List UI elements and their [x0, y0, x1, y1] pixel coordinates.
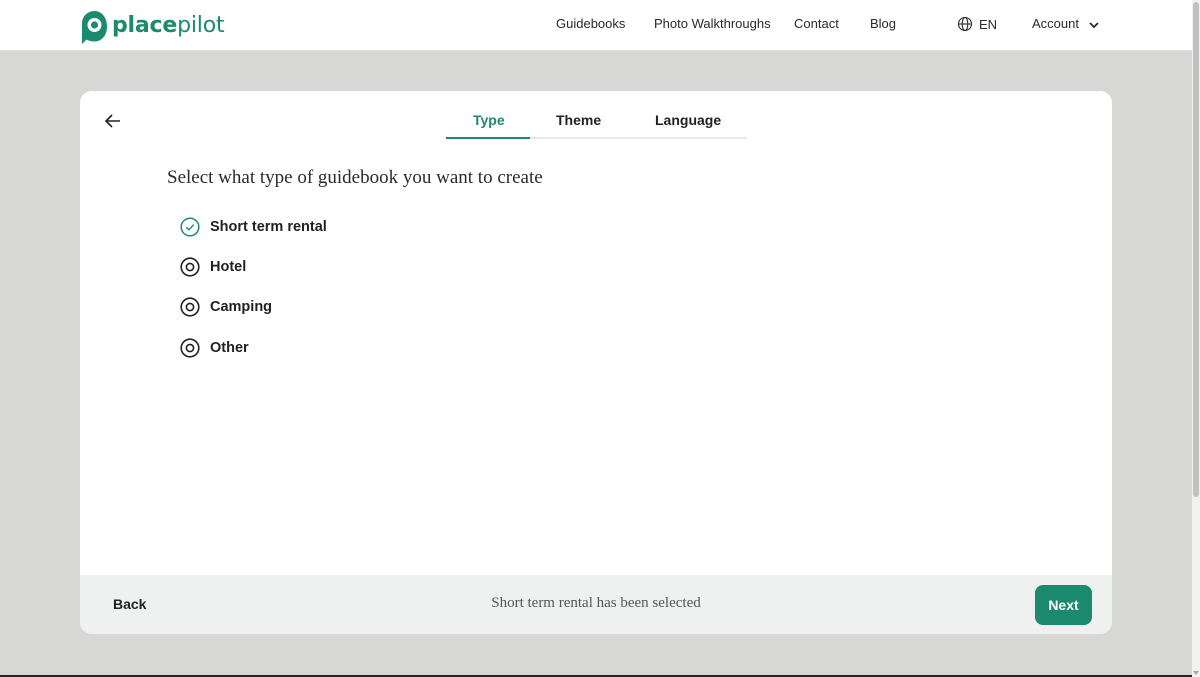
- active-tab-indicator: [446, 137, 530, 139]
- selection-status-text: Short term rental has been selected: [491, 595, 701, 611]
- language-code: EN: [979, 16, 998, 32]
- nav-link-blog[interactable]: Blog: [870, 16, 896, 31]
- logo-wordmark: placepilot: [112, 12, 225, 38]
- radio-circle-icon: [180, 297, 200, 317]
- top-navigation-bar: placepilot Guidebooks Photo Walkthroughs…: [0, 0, 1192, 51]
- option-label: Camping: [210, 299, 273, 315]
- logo-wordmark-part2: pilot: [177, 12, 225, 38]
- option-label: Short term rental: [210, 219, 327, 235]
- account-menu[interactable]: Account: [1032, 16, 1100, 31]
- logo-wordmark-part1: place: [112, 12, 178, 38]
- tab-theme[interactable]: Theme: [556, 112, 601, 128]
- option-camping[interactable]: Camping: [180, 296, 272, 318]
- tab-type[interactable]: Type: [473, 112, 505, 128]
- option-hotel[interactable]: Hotel: [180, 256, 246, 278]
- scroll-down-arrow-icon[interactable]: [1193, 671, 1199, 675]
- account-label: Account: [1032, 16, 1079, 31]
- check-circle-icon: [180, 217, 200, 237]
- pin-logo-icon: [82, 11, 107, 44]
- radio-circle-icon: [180, 338, 200, 358]
- language-selector[interactable]: EN: [957, 16, 997, 32]
- question-heading: Select what type of guidebook you want t…: [167, 167, 543, 188]
- nav-link-contact[interactable]: Contact: [794, 16, 839, 31]
- guidebook-wizard-card: Type Theme Language Select what type of …: [80, 91, 1112, 634]
- next-button[interactable]: Next: [1035, 585, 1092, 625]
- chevron-down-icon: [1089, 22, 1099, 29]
- globe-icon: [957, 16, 973, 32]
- scrollbar-thumb[interactable]: [1193, 2, 1199, 497]
- option-other[interactable]: Other: [180, 337, 249, 359]
- wizard-tabs: Type Theme Language: [446, 103, 747, 139]
- wizard-footer: Back Short term rental has been selected…: [80, 575, 1112, 634]
- nav-link-photo-walkthroughs[interactable]: Photo Walkthroughs: [654, 16, 771, 31]
- radio-circle-icon: [180, 257, 200, 277]
- option-label: Hotel: [210, 259, 247, 275]
- vertical-scrollbar[interactable]: [1192, 0, 1200, 677]
- placepilot-logo[interactable]: placepilot: [82, 11, 225, 45]
- option-label: Other: [210, 340, 249, 356]
- arrow-left-icon[interactable]: [104, 113, 122, 129]
- option-short-term-rental[interactable]: Short term rental: [180, 216, 327, 238]
- tab-language[interactable]: Language: [655, 112, 721, 128]
- nav-link-guidebooks[interactable]: Guidebooks: [556, 16, 625, 31]
